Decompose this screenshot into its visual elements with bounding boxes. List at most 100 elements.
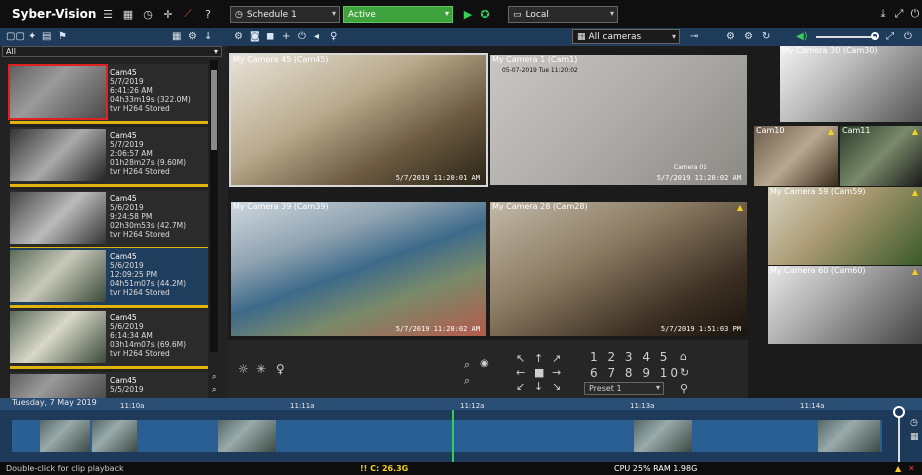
- help-icon[interactable]: ?: [201, 7, 215, 21]
- volume-slider-handle[interactable]: [871, 32, 879, 40]
- pan-down-left-icon[interactable]: ↙: [516, 380, 525, 393]
- location-select[interactable]: ▭ Local ▾: [508, 6, 618, 23]
- eye-icon[interactable]: ◉: [480, 358, 489, 369]
- timeline-thumbnail[interactable]: [818, 420, 880, 452]
- record-icon[interactable]: ◼: [266, 31, 274, 42]
- clip-item[interactable]: Cam45 5/7/2019 6:41:26 AM 04h33m19s (322…: [8, 64, 208, 124]
- location-pin-icon[interactable]: ⚲: [680, 382, 688, 395]
- camera-tile-cam11[interactable]: Cam11 ▲: [840, 126, 922, 186]
- star-icon[interactable]: ✦: [28, 31, 36, 42]
- key-icon[interactable]: ⊸: [690, 31, 698, 42]
- focus-icon[interactable]: ♀: [276, 362, 285, 376]
- warning-icon[interactable]: ▲: [895, 462, 901, 475]
- camera-tile-cam1[interactable]: My Camera 1 (Cam1) 05-07-2019 Tue 11:20:…: [490, 55, 747, 185]
- clip-item[interactable]: Cam45 5/7/2019 2:06:57 AM 01h28m27s (9.6…: [10, 127, 208, 187]
- top-bar: Syber-Vision ☰ ▦ ◷ ✛ ⟋ ? ◷ Schedule 1 ▾ …: [0, 0, 922, 28]
- pan-left-icon[interactable]: ←: [516, 366, 525, 379]
- clip-item[interactable]: Cam45 5/5/2019: [10, 372, 208, 398]
- clock-icon[interactable]: ◷: [910, 418, 918, 428]
- camera-tile-cam39[interactable]: My Camera 39 (Cam39) 5/7/2019 11:20:02 A…: [231, 202, 486, 336]
- download-icon[interactable]: ↓: [204, 31, 212, 42]
- shield-icon[interactable]: ✪: [478, 7, 492, 21]
- schedule-select[interactable]: ◷ Schedule 1 ▾: [230, 6, 340, 23]
- clip-date: 5/6/2019: [110, 261, 144, 270]
- clips-scrollbar[interactable]: [210, 60, 218, 352]
- camera-tile-cam10[interactable]: Cam10 ▲: [754, 126, 838, 186]
- microphone-icon[interactable]: ♀: [330, 31, 337, 42]
- settings-icon[interactable]: ⚙: [188, 31, 197, 42]
- refresh-icon[interactable]: ↻: [762, 31, 770, 42]
- power-icon[interactable]: ⏻: [904, 31, 912, 42]
- camera-tile-cam28[interactable]: My Camera 28 (Cam28) ▲ 5/7/2019 1:51:03 …: [490, 202, 747, 336]
- power-icon[interactable]: ⏻: [298, 31, 306, 42]
- power-icon[interactable]: ⏻: [908, 7, 922, 21]
- clip-item[interactable]: Cam45 5/6/2019 9:24:58 PM 02h30m53s (42.…: [10, 190, 208, 250]
- clip-item[interactable]: Cam45 5/6/2019 6:14:34 AM 03h14m07s (69.…: [10, 309, 208, 369]
- timeline-thumbnail[interactable]: [40, 420, 90, 452]
- location-value: Local: [525, 9, 549, 20]
- brightness-icon[interactable]: ☼: [238, 362, 249, 376]
- pan-up-icon[interactable]: ↑: [534, 352, 543, 365]
- gear-icon[interactable]: ⚙: [726, 31, 735, 42]
- brightness-low-icon[interactable]: ✳: [256, 362, 266, 376]
- volume-slider[interactable]: [816, 36, 876, 38]
- chart-icon[interactable]: ⟋: [181, 7, 195, 21]
- pan-up-right-icon[interactable]: ↗: [552, 352, 561, 365]
- crosshair-icon[interactable]: ✛: [161, 7, 175, 21]
- cameras-filter-select[interactable]: ▦ All cameras ▾: [572, 29, 680, 44]
- camera-grid-icon[interactable]: ▢▢: [6, 31, 25, 42]
- clips-filter-select[interactable]: All ▾: [2, 46, 222, 57]
- timeline-zoom-handle[interactable]: [893, 406, 905, 418]
- camera-tile-cam60[interactable]: My Camera 60 (Cam60) ▲: [768, 266, 922, 344]
- zoom-out-icon[interactable]: ⌕: [464, 374, 470, 388]
- pan-down-icon[interactable]: ↓: [534, 380, 543, 393]
- grid-icon[interactable]: ▦: [121, 7, 135, 21]
- preset-numbers-row1[interactable]: 1 2 3 4 5: [590, 350, 670, 364]
- status-select[interactable]: Active ▾: [343, 6, 453, 23]
- settings-icon[interactable]: ⚙: [744, 31, 753, 42]
- volume-icon[interactable]: ◀): [796, 31, 808, 42]
- play-icon[interactable]: ▶: [461, 7, 475, 21]
- home-icon[interactable]: ⌂: [680, 350, 687, 363]
- flag-icon[interactable]: ⚑: [58, 31, 67, 42]
- timeline-thumbnail[interactable]: [634, 420, 692, 452]
- zoom-in-icon[interactable]: ⌕: [212, 372, 216, 382]
- clip-date: 5/7/2019: [110, 140, 144, 149]
- pan-right-icon[interactable]: →: [552, 366, 561, 379]
- clip-item[interactable]: Cam45 5/6/2019 12:09:25 PM 04h51m07s (44…: [10, 248, 208, 308]
- expand-icon[interactable]: ⤢: [892, 7, 906, 21]
- timeline-track[interactable]: ◷ ▦: [0, 406, 922, 462]
- camera-tile-cam30[interactable]: My Camera 30 (Cam30): [780, 46, 922, 122]
- camera-title: My Camera 59 (Cam59): [770, 187, 866, 196]
- zoom-in-icon[interactable]: ⌕: [464, 358, 470, 372]
- camera-tile-cam45[interactable]: My Camera 45 (Cam45) 5/7/2019 11:20:01 A…: [229, 53, 488, 187]
- preset-select[interactable]: Preset 1 ▾: [584, 382, 664, 395]
- expand-icon[interactable]: ⤢: [886, 31, 894, 42]
- clip-thumbnail: [10, 250, 106, 302]
- pan-stop-icon[interactable]: ■: [534, 366, 544, 379]
- calendar-icon[interactable]: ▦: [910, 432, 919, 442]
- zoom-out-icon[interactable]: ⌕: [212, 385, 216, 395]
- pan-up-left-icon[interactable]: ↖: [516, 352, 525, 365]
- calendar-icon[interactable]: ▦: [172, 31, 181, 42]
- scrollbar-thumb[interactable]: [211, 70, 217, 150]
- timeline-thumbnail[interactable]: [92, 420, 137, 452]
- clock-icon[interactable]: ◷: [141, 7, 155, 21]
- preset-numbers-row2[interactable]: 6 7 8 9 10: [590, 366, 681, 380]
- close-icon[interactable]: ✕: [908, 462, 915, 475]
- plus-icon[interactable]: +: [282, 31, 290, 42]
- gear-icon[interactable]: ⚙: [234, 31, 243, 42]
- refresh-icon[interactable]: ↻: [680, 366, 689, 379]
- volume-icon[interactable]: ◂: [314, 31, 319, 42]
- clip-codec: tvr H264 Stored: [110, 349, 170, 358]
- camera-icon[interactable]: ◙: [250, 31, 260, 42]
- layout-icon[interactable]: ▤: [42, 31, 51, 42]
- list-icon[interactable]: ☰: [101, 7, 115, 21]
- download-icon[interactable]: ⤓: [876, 7, 890, 21]
- timeline-thumbnail[interactable]: [218, 420, 276, 452]
- clip-camera: Cam45: [110, 376, 137, 385]
- camera-tile-cam59[interactable]: My Camera 59 (Cam59) ▲: [768, 187, 922, 265]
- timeline-cursor[interactable]: [452, 410, 454, 462]
- camera-title: My Camera 39 (Cam39): [233, 202, 329, 211]
- pan-down-right-icon[interactable]: ↘: [552, 380, 561, 393]
